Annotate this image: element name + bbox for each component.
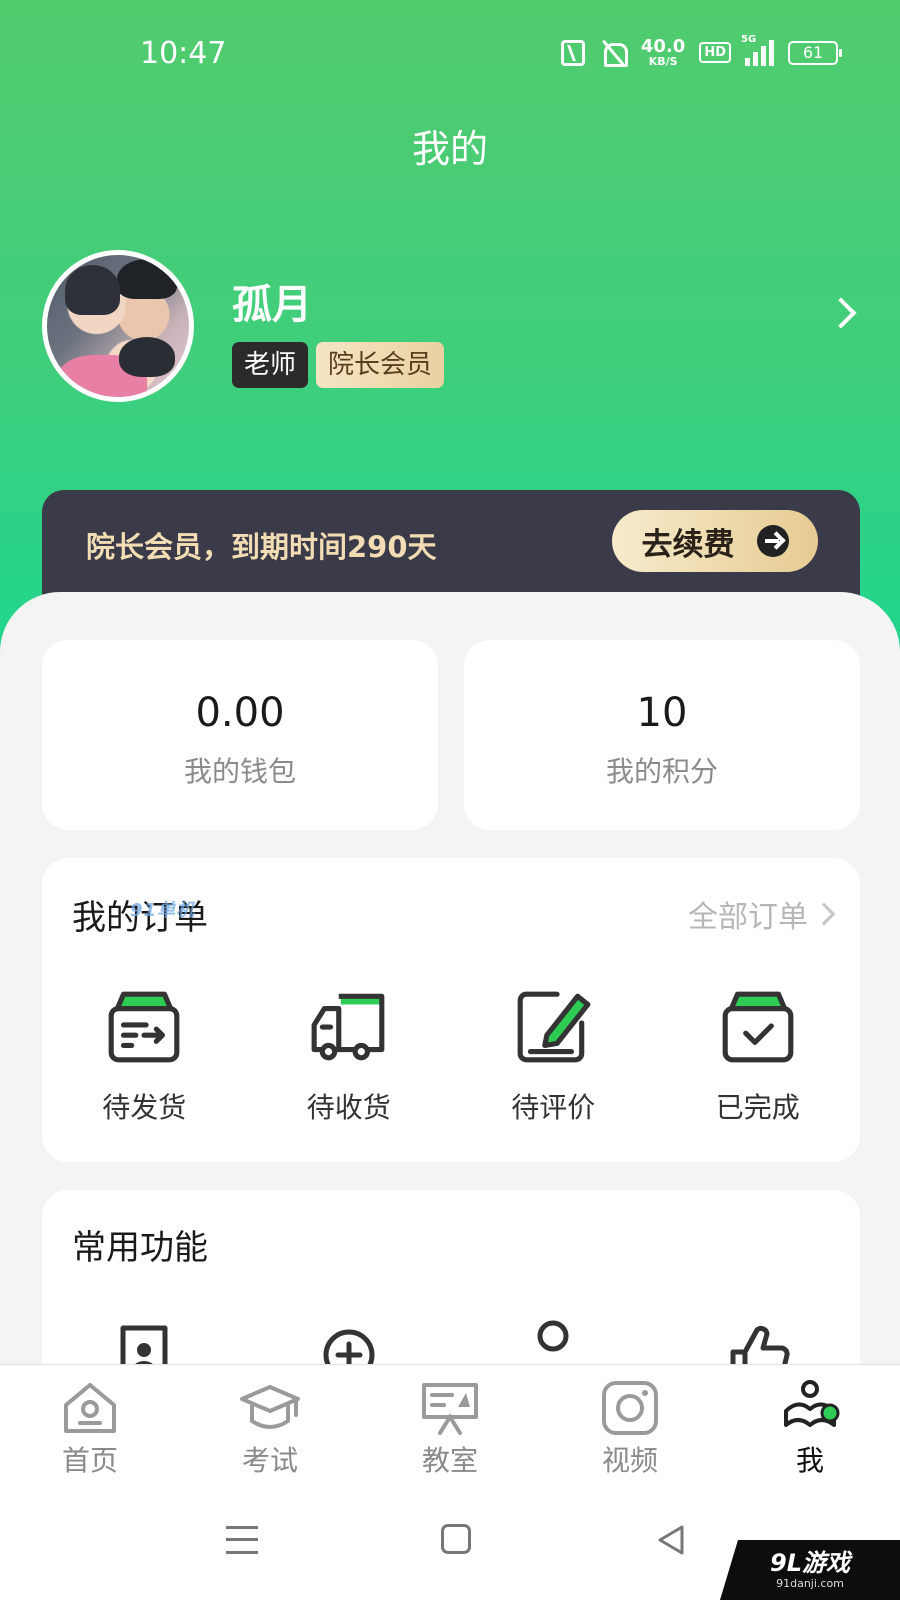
mute-icon xyxy=(599,39,628,67)
page-title: 我的 xyxy=(411,127,488,171)
tab-exam-label: 考试 xyxy=(241,1444,298,1477)
membership-expiry-text: 院长会员，到期时间290天 xyxy=(86,530,437,564)
order-status-list: 待发货 待收货 待评价 已完成 xyxy=(42,986,860,1126)
wallet-balance: 0.00 xyxy=(195,690,285,736)
tab-exam[interactable]: 考试 xyxy=(180,1365,360,1486)
watermark-logo: 9L游戏 91danji.com xyxy=(720,1540,900,1600)
tab-home[interactable]: 首页 xyxy=(0,1365,180,1486)
avatar[interactable] xyxy=(42,250,194,402)
points-label: 我的积分 xyxy=(605,755,718,788)
watermark-title: 9L游戏 xyxy=(770,1548,850,1577)
network-type: 5G xyxy=(741,33,757,45)
status-icons: 40.0 KB/S HD 5G 61 xyxy=(560,34,842,68)
order-pending-receipt-label: 待收货 xyxy=(306,1091,391,1124)
network-speed-value: 40.0 xyxy=(640,36,686,57)
order-completed-label: 已完成 xyxy=(715,1091,800,1124)
tab-me[interactable]: 我 xyxy=(720,1365,900,1486)
home-icon xyxy=(64,1383,116,1433)
order-pending-shipment-label: 待发货 xyxy=(102,1091,187,1124)
network-speed: 40.0 KB/S xyxy=(640,36,686,68)
profile-icon xyxy=(784,1380,840,1427)
order-pending-review-label: 待评价 xyxy=(511,1091,596,1124)
tab-video-label: 视频 xyxy=(601,1444,658,1477)
user-name: 孤月 xyxy=(232,282,312,328)
bottom-tab-bar: 首页 考试 教室 视频 我 xyxy=(0,1364,900,1486)
chevron-right-icon[interactable] xyxy=(825,297,857,329)
tab-classroom-label: 教室 xyxy=(421,1444,478,1477)
video-camera-icon xyxy=(602,1381,658,1435)
wallet-card[interactable]: 0.00 我的钱包 xyxy=(42,640,438,830)
graduation-cap-icon xyxy=(240,1385,300,1429)
tab-video[interactable]: 视频 xyxy=(540,1365,720,1486)
tab-classroom[interactable]: 教室 xyxy=(360,1365,540,1486)
renew-button[interactable]: 去续费 xyxy=(612,510,818,572)
network-speed-unit: KB/S xyxy=(648,55,678,68)
back-triangle-icon[interactable] xyxy=(656,1524,686,1556)
vip-badge: 院长会员 xyxy=(316,342,445,388)
tab-me-label: 我 xyxy=(795,1444,824,1477)
chevron-right-icon xyxy=(812,902,836,926)
hd-icon: HD xyxy=(699,42,731,63)
order-pending-shipment[interactable]: 待发货 xyxy=(42,986,247,1126)
all-orders-link[interactable]: 全部订单 xyxy=(688,892,836,936)
truck-icon xyxy=(311,993,385,1061)
home-button-icon[interactable] xyxy=(441,1524,471,1554)
nfc-icon xyxy=(560,39,585,66)
signal-icon: 5G xyxy=(741,34,774,66)
watermark-overlay-text: 91单机 xyxy=(130,900,196,921)
box-check-icon xyxy=(722,991,794,1063)
functions-title: 常用功能 xyxy=(72,1228,208,1268)
order-completed[interactable]: 已完成 xyxy=(656,986,861,1126)
tab-home-label: 首页 xyxy=(61,1444,118,1477)
order-pending-receipt[interactable]: 待收货 xyxy=(247,986,452,1126)
role-badge: 老师 xyxy=(232,342,309,388)
wallet-label: 我的钱包 xyxy=(183,755,296,788)
status-time: 10:47 xyxy=(140,36,227,71)
box-ship-icon xyxy=(108,991,180,1063)
profile-header[interactable]: 孤月 老师 院长会员 xyxy=(42,250,858,402)
all-orders-label: 全部订单 xyxy=(688,900,808,935)
battery-icon: 61 xyxy=(788,40,842,65)
points-card[interactable]: 10 我的积分 xyxy=(464,640,860,830)
user-badges: 老师 院长会员 xyxy=(232,342,445,388)
order-pending-review[interactable]: 待评价 xyxy=(451,986,656,1126)
watermark-url: 91danji.com xyxy=(776,1576,844,1590)
points-value: 10 xyxy=(636,690,688,736)
recent-apps-icon[interactable] xyxy=(226,1526,258,1554)
renew-button-label: 去续费 xyxy=(641,526,735,563)
arrow-right-circle-icon xyxy=(756,525,789,557)
status-bar: 10:47 40.0 KB/S HD 5G 61 xyxy=(0,30,900,84)
membership-bar: 院长会员，到期时间290天 去续费 xyxy=(42,490,860,600)
edit-review-icon xyxy=(517,991,591,1063)
classroom-board-icon xyxy=(422,1383,478,1435)
